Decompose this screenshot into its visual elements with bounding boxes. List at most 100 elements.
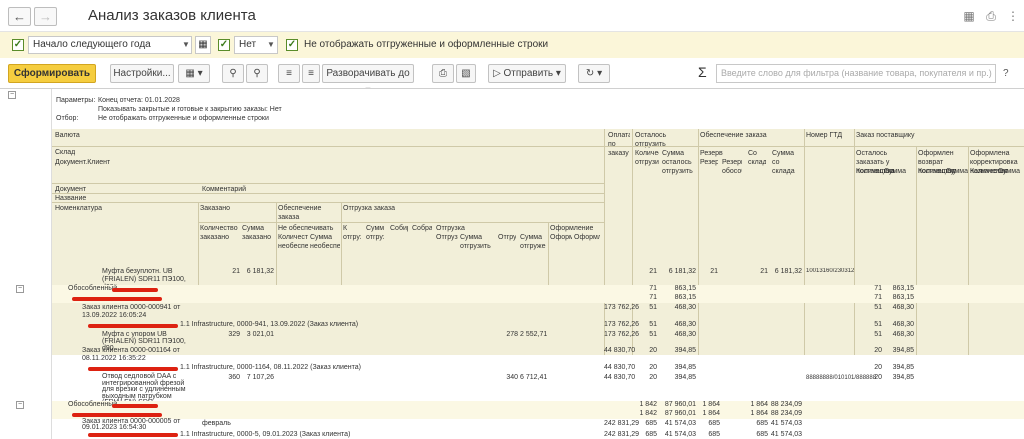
cell: 41 574,03 [770,431,802,438]
variant-icon[interactable]: ▦ ▾ [178,64,210,83]
col-to-ship2-sum: Сумма отгрузить [460,234,491,250]
search-icon[interactable]: ⚲ [222,64,244,83]
forward-arrow-icon[interactable]: → [34,7,57,26]
row-label: 1.1 Infrastructure, 0000-941, 13.09.2022… [180,321,359,328]
params-line1: Конец отчета: 01.01.2028 [98,97,180,104]
row-label: Обособленный [68,285,118,292]
redaction [88,433,178,437]
toolbar: Сформировать Настройки... ▦ ▾ ⚲ ⚲ ≡ ≡ Ра… [0,58,1024,96]
filter-value: Не отображать отгруженные и оформленные … [98,115,269,122]
cell: 6 712,41 [520,374,548,381]
table-row[interactable]: Муфта безуплотн. UB (FRIALEN) SDR11 ПЭ10… [52,267,1024,291]
save-icon[interactable]: ▦ [962,9,976,23]
table-row[interactable]: 1.1 Infrastructure, 0000-1164, 08.11.202… [52,364,1024,373]
period-select[interactable]: Начало следующего года [28,36,192,54]
cell: 51 [874,331,882,338]
col-registered: Оформлено [574,234,600,241]
row-label: Обособленный [68,401,118,408]
cell: 20 [649,374,657,381]
col-gtd: Номер ГТД [806,132,843,139]
more-icon[interactable]: ⋮ [1006,9,1020,23]
cell: 44 830,70 [604,364,636,371]
cell: 51 [874,304,882,311]
flag-checkbox[interactable]: ✓ [218,39,230,51]
expand-button[interactable]: Разворачивать до ▾ [322,64,414,96]
cell: 51 [649,331,657,338]
table-row[interactable]: Отвод седловой DAA с интегрированной фре… [52,373,1024,406]
redaction [88,367,178,371]
cell: 51 [649,321,657,328]
collapse-icon[interactable]: − [16,285,24,293]
calendar-icon[interactable]: ▦ [195,36,211,54]
table-row[interactable]: Заказ клиента 0000-000005 от 09.01.2023 … [52,418,1024,431]
col-reserve: Резерв [700,150,723,157]
cell: 685 [645,420,657,427]
redaction [112,288,158,292]
table-row[interactable]: − Обособленный 1 842 87 960,01 1 864 1 8… [16,401,1024,410]
cell: 20 [874,364,882,371]
search-input[interactable]: Введите слово для фильтра (название това… [716,64,996,83]
grouping-gutter: − [0,89,52,439]
page-title: Анализ заказов клиента [88,7,256,24]
col-not-provided: Не обеспечивать [278,225,334,232]
table-row[interactable]: − Обособленный 71 863,15 71 863,15 [16,285,1024,294]
cell: 685 [756,431,768,438]
send-button[interactable]: ▷ Отправить ▾ [488,64,566,83]
cell: 173 762,26 [604,321,640,328]
collapse-icon[interactable]: − [8,91,16,99]
search-replace-icon[interactable]: ⚲ [246,64,268,83]
cell: 3 021,01 [246,331,274,338]
settings-button[interactable]: Настройки... [110,64,174,83]
table-row[interactable]: 1 842 87 960,01 1 864 1 864 88 234,09 [52,410,1024,419]
col-to-ship2: Отгрузить [436,234,458,241]
row-label: Заказ клиента 0000-000005 от 09.01.2023 … [82,418,181,431]
collapse-icon[interactable]: − [16,401,24,409]
table-row[interactable]: 71 863,15 71 863,15 [52,294,1024,303]
col-collected2: Собрано [412,225,432,232]
hide-shipped-label: Не отображать отгруженные и оформленные … [304,39,549,50]
cell: 863,15 [892,294,914,301]
row-label: 1.1 Infrastructure, 0000-5, 09.01.2023 (… [180,431,351,438]
group-collapse-icon[interactable]: ≡ [302,64,320,83]
cell: 394,85 [892,374,914,381]
cell: 71 [649,285,657,292]
cell: 20 [649,347,657,354]
params-label: Параметры: [56,97,96,104]
cell: 41 574,03 [664,420,696,427]
cell: 20 [874,347,882,354]
cell: 468,30 [674,321,696,328]
table-row[interactable]: Заказ клиента 0000-000941 от 13.09.2022 … [52,303,1024,321]
cell: 685 [708,431,720,438]
table-row[interactable]: Муфта с упором UB (FRIALEN) SDR11 ПЭ100,… [52,330,1024,352]
col-ordered-sum: Сумма заказано [242,225,271,241]
chevron-down-icon[interactable]: ▼ [265,36,277,54]
hide-shipped-checkbox[interactable]: ✓ [286,39,298,51]
cell: 468,30 [892,331,914,338]
cell: 20 [649,364,657,371]
sigma-icon[interactable]: Σ [698,64,707,80]
table-row[interactable]: 1.1 Infrastructure, 0000-941, 13.09.2022… [52,321,1024,330]
preview-icon[interactable]: ▧ [456,64,476,83]
print-icon[interactable]: ⎙ [432,64,454,83]
col-doc-client: Документ.Клиент [55,159,111,166]
back-arrow-icon[interactable]: ← [8,7,31,26]
col-provision: Обеспечение заказа [278,205,322,221]
print-icon[interactable]: ⎙ [984,9,998,23]
filter-label: Отбор: [56,115,79,122]
cell: 685 [645,431,657,438]
cell-comment: февраль [202,420,231,427]
share-icon[interactable]: ↻ ▾ [578,64,610,83]
cell: 173 762,26 [604,331,640,338]
chevron-down-icon[interactable]: ▼ [180,36,192,54]
period-checkbox[interactable]: ✓ [12,39,24,51]
cell-gtd: 88888888/010101/888888 [806,375,877,381]
group-icon[interactable]: ≡ [278,64,300,83]
cell: 44 830,70 [604,347,636,354]
grid-line [52,202,604,203]
generate-button[interactable]: Сформировать [8,64,96,83]
cell: 44 830,70 [604,374,636,381]
help-button[interactable]: ? [1003,68,1009,79]
cell: 278 [506,331,518,338]
cell: 71 [649,294,657,301]
table-row[interactable]: Заказ клиента 0000-001164 от 08.11.2022 … [52,346,1024,364]
